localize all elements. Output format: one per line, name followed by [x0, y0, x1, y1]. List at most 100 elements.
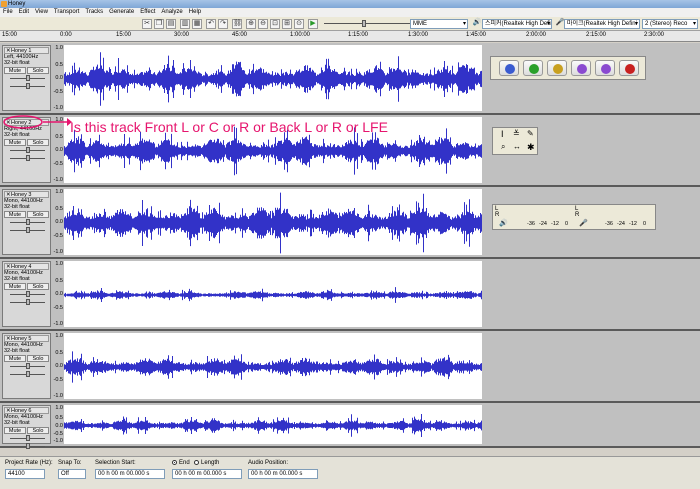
stop-button[interactable]	[547, 60, 567, 76]
trim-icon[interactable]: ▥	[180, 19, 190, 29]
close-track-icon[interactable]: ✕	[6, 336, 11, 342]
menu-help[interactable]: Help	[186, 8, 204, 17]
mute-button[interactable]: Mute	[4, 355, 26, 362]
waveform[interactable]	[64, 261, 482, 327]
track-name-button[interactable]: ✕ Honey 5	[4, 335, 49, 342]
play-at-speed-icon[interactable]: ▶	[308, 19, 318, 29]
solo-button[interactable]: Solo	[27, 427, 49, 434]
gain-slider[interactable]	[4, 219, 49, 226]
selection-start-field[interactable]: 00 h 00 m 00.000 s	[95, 469, 165, 479]
timeline-ruler[interactable]: 15:00 0:00 15:00 30:00 45:00 1:00:00 1:1…	[0, 31, 700, 42]
track-name-button[interactable]: ✕ Honey 3	[4, 191, 49, 198]
menu-edit[interactable]: Edit	[16, 8, 32, 17]
mute-button[interactable]: Mute	[4, 67, 26, 74]
zoom-toggle-icon[interactable]: ⊙	[294, 19, 304, 29]
gain-slider[interactable]	[4, 147, 49, 154]
fit-project-icon[interactable]: ⊞	[282, 19, 292, 29]
project-rate-select[interactable]: 44100	[5, 469, 45, 479]
input-channels-select[interactable]: 2 (Stereo) Reco	[642, 19, 698, 29]
waveform[interactable]	[64, 45, 482, 111]
track-name-button[interactable]: ✕ Honey 1	[4, 47, 49, 54]
pan-slider[interactable]	[4, 299, 49, 306]
play-button[interactable]	[523, 60, 543, 76]
play-speed-slider[interactable]	[322, 19, 412, 29]
waveform[interactable]	[64, 333, 482, 399]
selection-end-field[interactable]: 00 h 00 m 00.000 s	[172, 469, 242, 479]
menu-tracks[interactable]: Tracks	[82, 8, 106, 17]
pan-slider[interactable]	[4, 371, 49, 378]
close-track-icon[interactable]: ✕	[6, 408, 11, 414]
waveform[interactable]	[64, 189, 482, 255]
track-name-button[interactable]: ✕ Honey 4	[4, 263, 49, 270]
copy-icon[interactable]: ❐	[154, 19, 164, 29]
menu-analyze[interactable]: Analyze	[158, 8, 185, 17]
audio-track[interactable]: ✕ Honey 5 Mono, 44100Hz 32-bit float Mut…	[0, 331, 700, 403]
mute-button[interactable]: Mute	[4, 211, 26, 218]
pan-slider[interactable]	[4, 155, 49, 162]
solo-button[interactable]: Solo	[27, 355, 49, 362]
redo-icon[interactable]: ↷	[218, 19, 228, 29]
waveform[interactable]	[64, 405, 482, 444]
gain-slider[interactable]	[4, 435, 49, 442]
length-radio[interactable]	[194, 460, 199, 465]
close-track-icon[interactable]: ✕	[6, 192, 11, 198]
undo-icon[interactable]: ↶	[206, 19, 216, 29]
multi-tool-icon[interactable]: ✱	[527, 142, 535, 153]
pan-slider[interactable]	[4, 443, 49, 450]
zoom-out-icon[interactable]: ⊖	[258, 19, 268, 29]
cut-icon[interactable]: ✂	[142, 19, 152, 29]
timeshift-tool-icon[interactable]: ↔	[513, 142, 521, 151]
audio-host-select[interactable]: MME	[410, 19, 468, 29]
menu-transport[interactable]: Transport	[51, 8, 82, 17]
solo-button[interactable]: Solo	[27, 211, 49, 218]
close-track-icon[interactable]: ✕	[6, 264, 11, 270]
pause-button[interactable]	[499, 60, 519, 76]
menu-view[interactable]: View	[32, 8, 51, 17]
mute-button[interactable]: Mute	[4, 283, 26, 290]
close-track-icon[interactable]: ✕	[6, 48, 11, 54]
menu-generate[interactable]: Generate	[106, 8, 137, 17]
sync-lock-icon[interactable]: ⛓	[232, 19, 242, 29]
audio-track[interactable]: ✕ Honey 4 Mono, 44100Hz 32-bit float Mut…	[0, 259, 700, 331]
gain-slider[interactable]	[4, 291, 49, 298]
skip-start-button[interactable]	[571, 60, 591, 76]
track-control-panel[interactable]: ✕ Honey 4 Mono, 44100Hz 32-bit float Mut…	[2, 261, 51, 327]
fit-selection-icon[interactable]: ⊡	[270, 19, 280, 29]
envelope-tool-icon[interactable]: ≚	[513, 129, 520, 138]
track-control-panel[interactable]: ✕ Honey 3 Mono, 44100Hz 32-bit float Mut…	[2, 189, 51, 255]
track-name-button[interactable]: ✕ Honey 6	[4, 407, 49, 414]
selection-tool-icon[interactable]: I	[501, 129, 504, 139]
output-device-select[interactable]: 스피커(Realtek High Definit	[482, 19, 552, 29]
end-radio[interactable]	[172, 460, 177, 465]
track-control-panel[interactable]: ✕ Honey 5 Mono, 44100Hz 32-bit float Mut…	[2, 333, 51, 399]
record-button[interactable]	[619, 60, 639, 76]
audio-position-field[interactable]: 00 h 00 m 00.000 s	[248, 469, 318, 479]
menu-effect[interactable]: Effect	[137, 8, 158, 17]
playback-meter-icon[interactable]: 🔊	[499, 219, 508, 227]
input-device-select[interactable]: 마이크(Realtek High Defini	[564, 19, 640, 29]
mute-button[interactable]: Mute	[4, 427, 26, 434]
gain-slider[interactable]	[4, 363, 49, 370]
scale-label: 1.0	[55, 45, 63, 51]
solo-button[interactable]: Solo	[27, 139, 49, 146]
track-control-panel[interactable]: ✕ Honey 6 Mono, 44100Hz 32-bit float Mut…	[2, 405, 51, 449]
menu-file[interactable]: File	[0, 8, 16, 17]
solo-button[interactable]: Solo	[27, 283, 49, 290]
track-control-panel[interactable]: ✕ Honey 1 Left, 44100Hz 32-bit float Mut…	[2, 45, 51, 111]
solo-button[interactable]: Solo	[27, 67, 49, 74]
draw-tool-icon[interactable]: ✎	[527, 129, 534, 138]
audio-track[interactable]: ✕ Honey 6 Mono, 44100Hz 32-bit float Mut…	[0, 403, 700, 449]
silence-icon[interactable]: ▦	[192, 19, 202, 29]
zoom-in-icon[interactable]: ⊕	[246, 19, 256, 29]
mute-button[interactable]: Mute	[4, 139, 26, 146]
scale-label: -1.0	[53, 249, 63, 255]
snap-to-select[interactable]: Off	[58, 469, 86, 479]
zoom-tool-icon[interactable]: ⌕	[501, 142, 505, 152]
skip-end-button[interactable]	[595, 60, 615, 76]
meter-tick: -36	[527, 221, 535, 227]
record-meter-icon[interactable]: 🎤	[579, 219, 588, 227]
paste-icon[interactable]: ▤	[166, 19, 176, 29]
pan-slider[interactable]	[4, 227, 49, 234]
gain-slider[interactable]	[4, 75, 49, 82]
pan-slider[interactable]	[4, 83, 49, 90]
